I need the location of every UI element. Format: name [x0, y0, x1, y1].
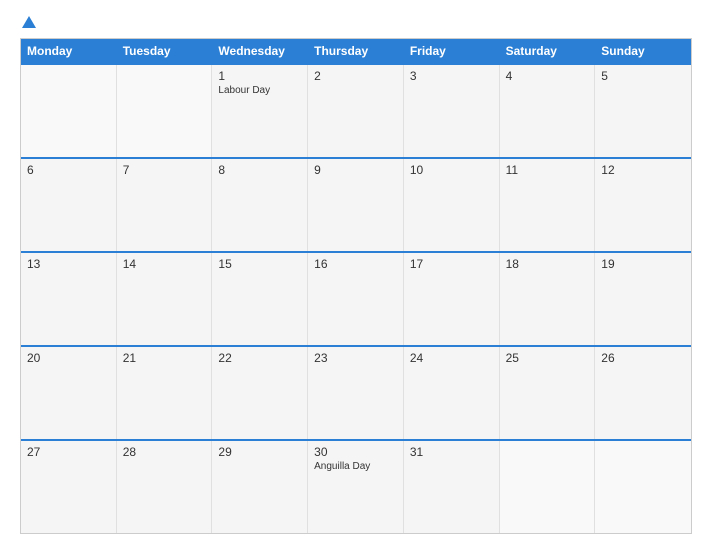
calendar-cell: 13: [21, 253, 117, 345]
calendar-cell: [21, 65, 117, 157]
cell-number: 9: [314, 163, 397, 177]
calendar-cell: 16: [308, 253, 404, 345]
calendar-header-cell: Friday: [404, 39, 500, 63]
cell-number: 24: [410, 351, 493, 365]
cell-number: 25: [506, 351, 589, 365]
calendar-cell: 20: [21, 347, 117, 439]
calendar-cell: 19: [595, 253, 691, 345]
calendar-cell: 4: [500, 65, 596, 157]
cell-number: 14: [123, 257, 206, 271]
cell-number: 1: [218, 69, 301, 83]
cell-number: 20: [27, 351, 110, 365]
cell-number: 18: [506, 257, 589, 271]
cell-number: 26: [601, 351, 685, 365]
cell-number: 13: [27, 257, 110, 271]
cell-number: 31: [410, 445, 493, 459]
calendar-header-cell: Wednesday: [212, 39, 308, 63]
cell-number: 17: [410, 257, 493, 271]
calendar-cell: 31: [404, 441, 500, 533]
cell-number: 23: [314, 351, 397, 365]
cell-number: 22: [218, 351, 301, 365]
cell-number: 15: [218, 257, 301, 271]
cell-number: 7: [123, 163, 206, 177]
calendar-header-cell: Saturday: [500, 39, 596, 63]
header: [20, 16, 692, 30]
calendar-week: 20 21 22 23 24 25 26: [21, 345, 691, 439]
calendar-header-cell: Thursday: [308, 39, 404, 63]
calendar-cell: 11: [500, 159, 596, 251]
calendar-cell: [595, 441, 691, 533]
calendar-page: MondayTuesdayWednesdayThursdayFridaySatu…: [0, 0, 712, 550]
calendar-cell: 24: [404, 347, 500, 439]
calendar-cell: 7: [117, 159, 213, 251]
calendar-week: 27 28 29 30 Anguilla Day 31: [21, 439, 691, 533]
calendar-cell: 28: [117, 441, 213, 533]
calendar-cell: [500, 441, 596, 533]
cell-holiday: Anguilla Day: [314, 461, 397, 472]
cell-number: 12: [601, 163, 685, 177]
calendar-cell: 5: [595, 65, 691, 157]
logo: [20, 16, 36, 30]
cell-number: 8: [218, 163, 301, 177]
cell-number: 10: [410, 163, 493, 177]
cell-number: 5: [601, 69, 685, 83]
cell-holiday: Labour Day: [218, 85, 301, 96]
calendar-cell: 23: [308, 347, 404, 439]
calendar-cell: 10: [404, 159, 500, 251]
calendar-header-cell: Tuesday: [117, 39, 213, 63]
calendar-header: MondayTuesdayWednesdayThursdayFridaySatu…: [21, 39, 691, 63]
calendar-cell: 14: [117, 253, 213, 345]
cell-number: 27: [27, 445, 110, 459]
calendar-cell: 30 Anguilla Day: [308, 441, 404, 533]
calendar-cell: 6: [21, 159, 117, 251]
calendar-week: 6789 10 11 12: [21, 157, 691, 251]
cell-number: 6: [27, 163, 110, 177]
cell-number: 29: [218, 445, 301, 459]
cell-number: 21: [123, 351, 206, 365]
logo-triangle-icon: [22, 16, 36, 28]
calendar-cell: 27: [21, 441, 117, 533]
calendar-cell: 3: [404, 65, 500, 157]
calendar-cell: 25: [500, 347, 596, 439]
calendar-cell: [117, 65, 213, 157]
calendar-week: 13 14 15 16 17 18 19: [21, 251, 691, 345]
calendar-header-cell: Monday: [21, 39, 117, 63]
calendar-cell: 8: [212, 159, 308, 251]
cell-number: 4: [506, 69, 589, 83]
calendar-week: 1 Labour Day 2345: [21, 63, 691, 157]
cell-number: 11: [506, 163, 589, 177]
cell-number: 19: [601, 257, 685, 271]
calendar-cell: 9: [308, 159, 404, 251]
cell-number: 28: [123, 445, 206, 459]
calendar-cell: 26: [595, 347, 691, 439]
calendar-cell: 15: [212, 253, 308, 345]
calendar-cell: 1 Labour Day: [212, 65, 308, 157]
calendar-cell: 18: [500, 253, 596, 345]
calendar-cell: 17: [404, 253, 500, 345]
calendar-body: 1Labour Day23456789101112131415161718192…: [21, 63, 691, 533]
calendar-header-cell: Sunday: [595, 39, 691, 63]
cell-number: 2: [314, 69, 397, 83]
cell-number: 16: [314, 257, 397, 271]
cell-number: 3: [410, 69, 493, 83]
calendar-cell: 29: [212, 441, 308, 533]
calendar-cell: 12: [595, 159, 691, 251]
calendar-cell: 2: [308, 65, 404, 157]
calendar-grid: MondayTuesdayWednesdayThursdayFridaySatu…: [20, 38, 692, 534]
calendar-cell: 21: [117, 347, 213, 439]
cell-number: 30: [314, 445, 397, 459]
calendar-cell: 22: [212, 347, 308, 439]
